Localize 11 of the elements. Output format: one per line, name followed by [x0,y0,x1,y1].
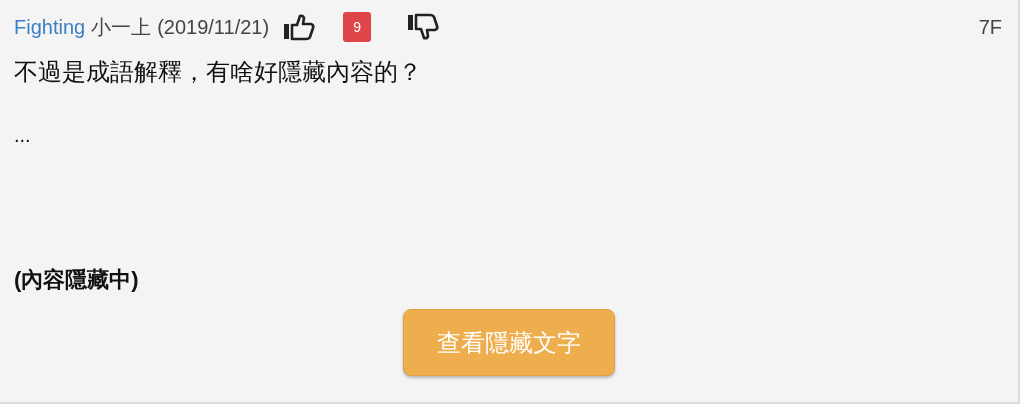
like-count: 9 [343,12,372,42]
hidden-content-note: (內容隱藏中) [14,266,140,294]
floor-number: 7F [978,15,1002,39]
thumbs-down-icon[interactable] [407,13,440,41]
thumbs-up-icon[interactable] [283,13,316,41]
post-text: 不過是成語解釋，有啥好隱藏內容的？ [14,57,423,87]
reveal-button[interactable]: 查看隱藏文字 [403,309,615,376]
post-date: (2019/11/21) [157,15,270,39]
author-link[interactable]: Fighting [14,15,86,39]
ellipsis-text: ... [14,124,32,147]
author-grade: 小一上 [91,14,152,40]
